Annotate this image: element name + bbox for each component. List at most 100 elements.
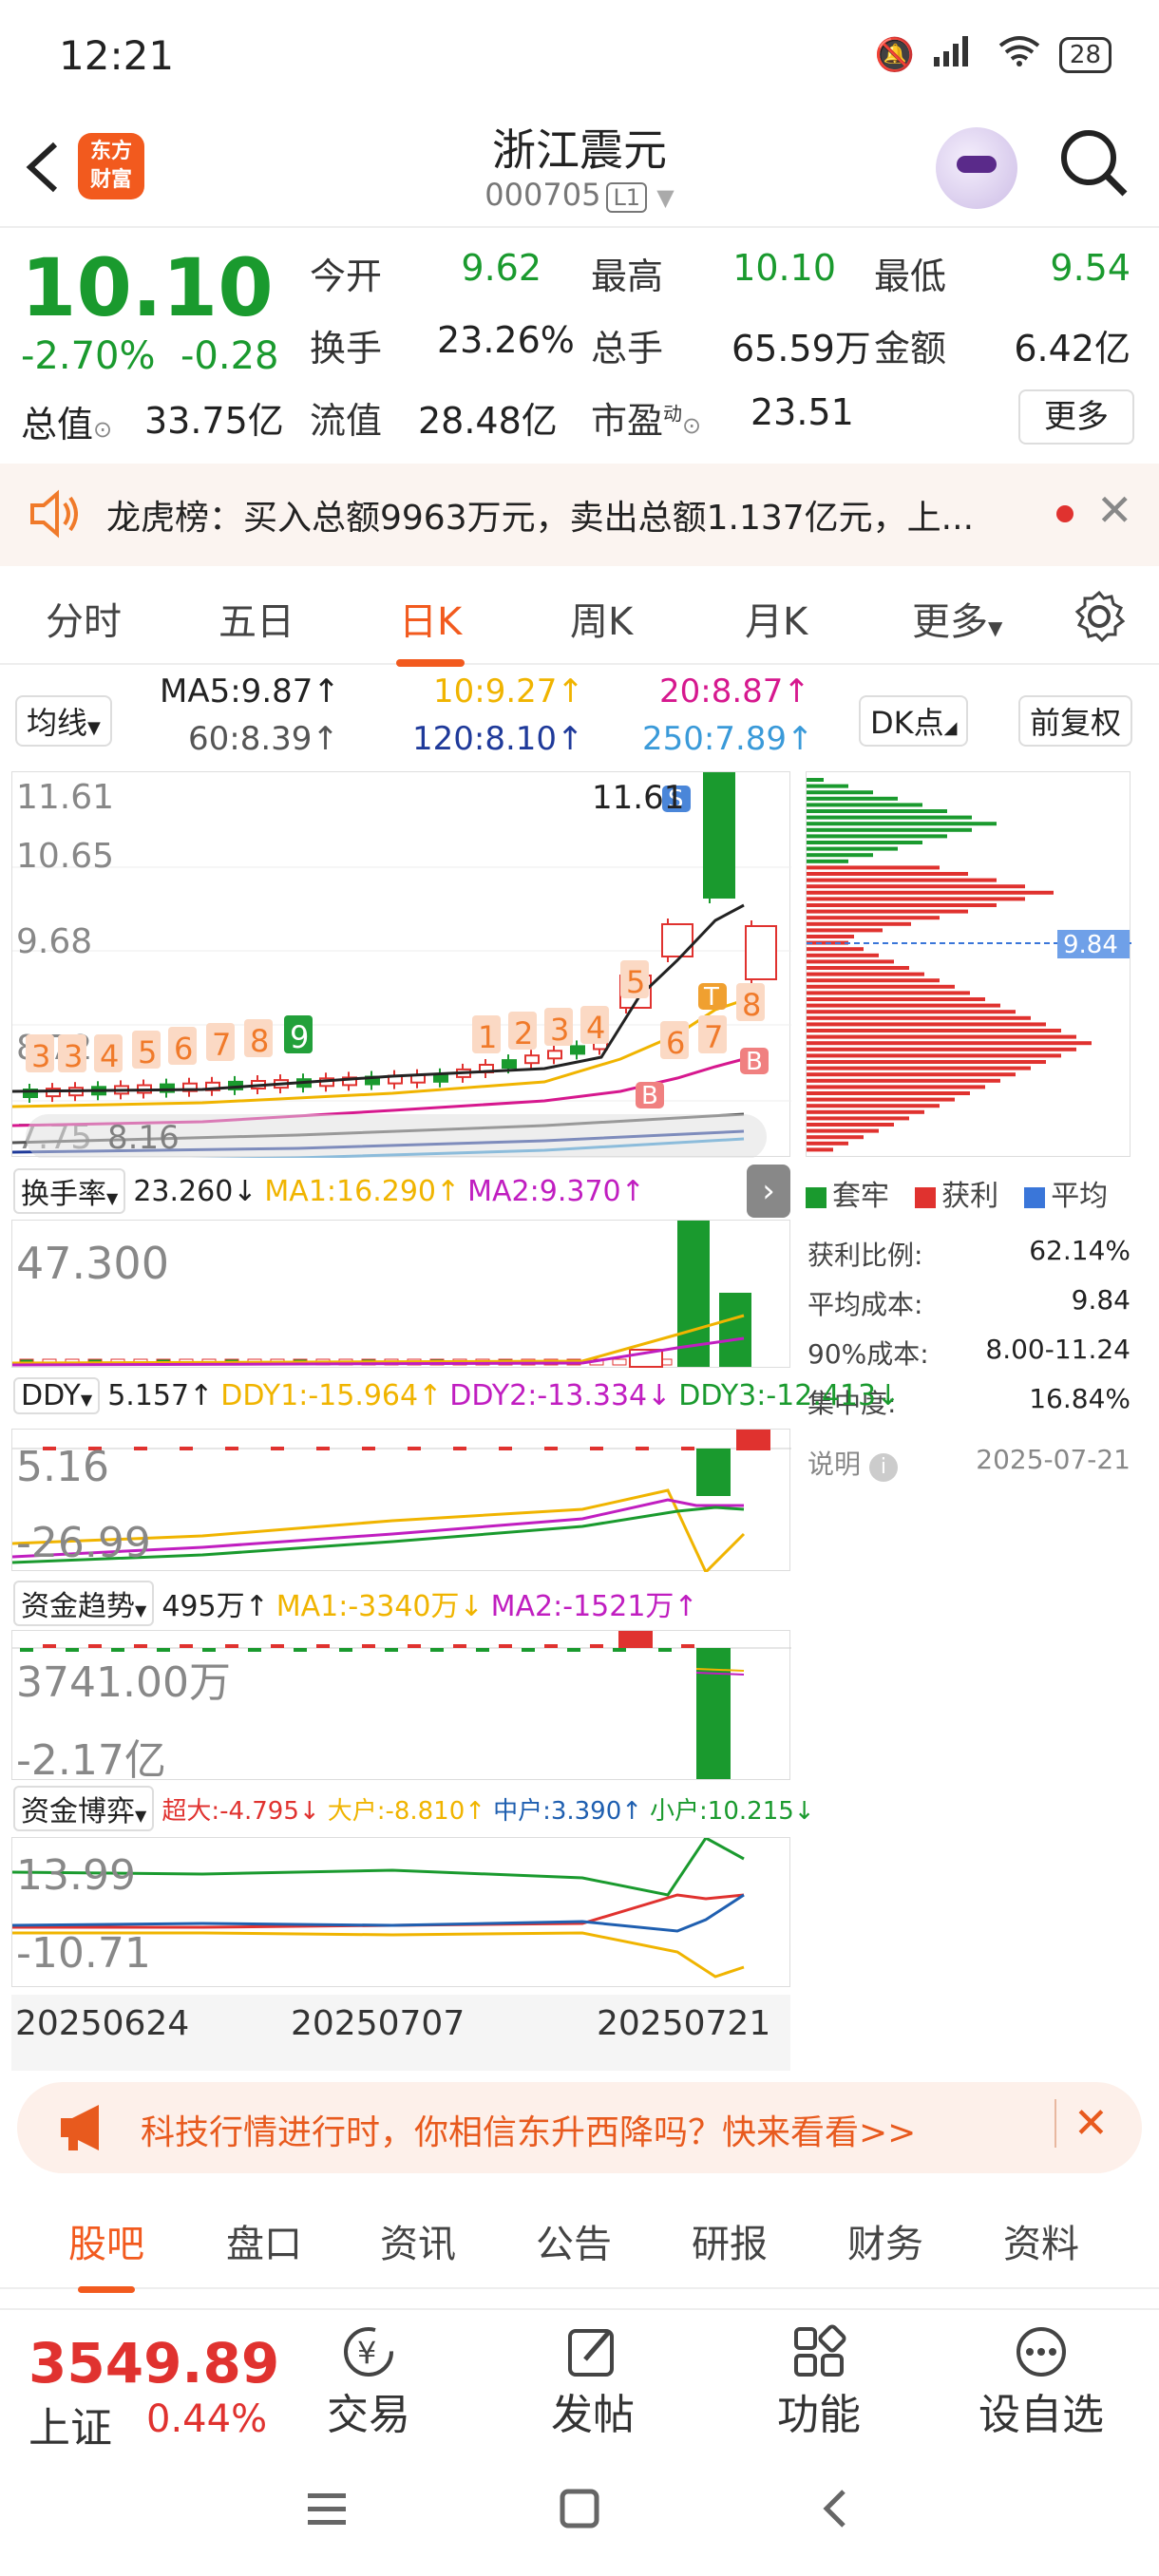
info-tab-5[interactable]: 财务 [847, 2213, 923, 2268]
info-tab-0[interactable]: 股吧 [68, 2213, 144, 2293]
fund-ma1: MA1:-3340万↓ [276, 1590, 484, 1623]
ddy-bar-7 [180, 1447, 193, 1450]
news-banner[interactable]: 龙虎榜：买入总额9963万元，卖出总额1.137亿元，上... ✕ [0, 464, 1159, 566]
yuan-icon: ¥ [327, 2323, 410, 2380]
tab-more[interactable]: 更多▼ [912, 591, 1002, 646]
chip-bar-14 [807, 865, 940, 870]
fund-bar-28 [658, 1648, 672, 1652]
fund-bar-16 [385, 1648, 398, 1652]
chip-bar-39 [807, 1022, 1046, 1027]
gear-icon[interactable] [1072, 589, 1127, 648]
ma-selector[interactable]: 均线▼ [15, 695, 112, 747]
turnover-header: 换手率▼ 23.260↓ MA1:16.290↑ MA2:9.370↑ [13, 1168, 645, 1214]
chip-bar-50 [807, 1091, 970, 1095]
grid-icon [777, 2323, 861, 2380]
tab-fenshi[interactable]: 分时 [46, 591, 122, 646]
dk-point-button[interactable]: DK点◢ [859, 695, 969, 747]
quote-value-5: 6.42亿 [1014, 328, 1130, 369]
nav-back-icon[interactable] [813, 2479, 859, 2546]
kline-y-label-0: 11.61 [16, 778, 114, 817]
change-pct: -2.70% [21, 334, 156, 378]
fund-selector[interactable]: 资金趋势▼ [13, 1581, 155, 1626]
chip-bar-27 [807, 947, 864, 952]
news-text: 龙虎榜：买入总额9963万元，卖出总额1.137亿元，上... [106, 499, 975, 538]
fund-bar-21 [499, 1644, 512, 1648]
tab-weekly-k[interactable]: 周K [570, 591, 633, 646]
close-icon[interactable]: ✕ [1054, 2099, 1109, 2148]
chip-bar-0 [807, 778, 824, 782]
chip-bar-29 [807, 959, 894, 964]
index-name[interactable]: 上证 [28, 2394, 112, 2454]
candle-24 [570, 1045, 585, 1055]
fund-chart: 3741.00万 -2.17亿 [11, 1630, 791, 1785]
more-button[interactable]: 更多 [1018, 389, 1134, 445]
chevron-right-icon[interactable]: › [747, 1165, 790, 1218]
candle-22 [524, 1054, 540, 1065]
chip-bar-21 [807, 909, 968, 914]
fund-bar-23 [544, 1644, 558, 1648]
game-super-line [12, 1893, 745, 1929]
tag-num-14: 7 [704, 1019, 723, 1055]
chip-bar-42 [807, 1041, 1092, 1046]
tab-daily-k[interactable]: 日K [396, 591, 466, 667]
info-tab-2[interactable]: 资讯 [380, 2213, 456, 2268]
stock-header: 浙江震元 000705 L1 ▼ 东方 财富 [0, 114, 1159, 228]
quote-label-7: 流值 [310, 400, 383, 442]
ddy-top: 5.16 [16, 1443, 109, 1491]
chip-bar-6 [807, 815, 972, 820]
search-icon[interactable] [1056, 125, 1132, 201]
info-tab-1[interactable]: 盘口 [226, 2213, 302, 2268]
info-tabs: 股吧 盘口 资讯 公告 研报 财务 资料 [0, 2185, 1159, 2293]
index-value[interactable]: 3549.89 [28, 2331, 279, 2396]
trade-button[interactable]: ¥ 交易 [327, 2323, 410, 2441]
game-small: 小户:10.215↓ [650, 1796, 815, 1826]
info-tab-4[interactable]: 研报 [692, 2213, 768, 2268]
function-button[interactable]: 功能 [777, 2323, 861, 2441]
high-label: 11.61 [592, 779, 684, 817]
chip-bar-5 [807, 809, 947, 813]
quote-label-3: 换手 [310, 328, 383, 369]
unread-dot [1056, 505, 1074, 522]
ddy-bar-red [736, 1430, 770, 1450]
fund-bar-26 [613, 1648, 626, 1652]
megaphone-icon [55, 2101, 114, 2158]
ddy-bottom: -26.99 [16, 1519, 151, 1567]
chip-bar-15 [807, 872, 968, 876]
candle-27 [661, 923, 694, 957]
chip-stat-label-1: 平均成本: [808, 1289, 923, 1320]
chip-note[interactable]: 说明 i [808, 1444, 898, 1482]
game-selector[interactable]: 资金博弈▼ [13, 1786, 155, 1831]
chart-nav-pill [26, 1114, 767, 1160]
robot-avatar-icon[interactable] [936, 127, 1017, 209]
more-dots-icon [978, 2323, 1104, 2380]
kline-chart[interactable]: 11.6110.659.688.727.753345678912345678SB… [11, 767, 791, 1164]
chip-legend: 套牢 获利 平均 [806, 1172, 1148, 1214]
chip-bar-12 [807, 853, 873, 858]
info-tab-6[interactable]: 资料 [1003, 2213, 1079, 2268]
tag-num-10: 3 [550, 1012, 569, 1048]
fund-bar-19 [453, 1644, 466, 1648]
turnover-chart: 47.300 [11, 1220, 790, 1368]
home-icon[interactable] [557, 2479, 602, 2546]
tab-five-day[interactable]: 五日 [218, 591, 294, 646]
chip-bar-32 [807, 978, 940, 983]
close-icon[interactable]: ✕ [1096, 484, 1133, 536]
adjust-button[interactable]: 前复权 [1018, 695, 1133, 747]
back-arrow-icon[interactable] [21, 133, 63, 210]
post-button[interactable]: 发帖 [551, 2323, 635, 2441]
chip-bar-22 [807, 916, 940, 920]
ddy2-value: DDY2:-13.334↓ [449, 1379, 672, 1412]
add-watchlist-button[interactable]: 设自选 [978, 2323, 1104, 2441]
ddy1-value: DDY1:-15.964↑ [220, 1379, 443, 1412]
menu-icon[interactable] [304, 2479, 350, 2546]
info-tab-3[interactable]: 公告 [536, 2213, 612, 2268]
fund-bar-red [618, 1631, 653, 1648]
app-logo: 东方 财富 [78, 133, 144, 199]
ddy-selector[interactable]: DDY▼ [13, 1377, 101, 1414]
ma120-value: 120:8.10↑ [412, 720, 584, 758]
game-large: 大户:-8.810↑ [327, 1796, 486, 1826]
tab-monthly-k[interactable]: 月K [745, 591, 808, 646]
turnover-selector[interactable]: 换手率▼ [13, 1168, 126, 1214]
promo-banner[interactable]: 科技行情进行时，你相信东升西降吗？快来看看>> ✕ [17, 2082, 1142, 2173]
mute-bell-icon: 🔕 [874, 35, 915, 74]
